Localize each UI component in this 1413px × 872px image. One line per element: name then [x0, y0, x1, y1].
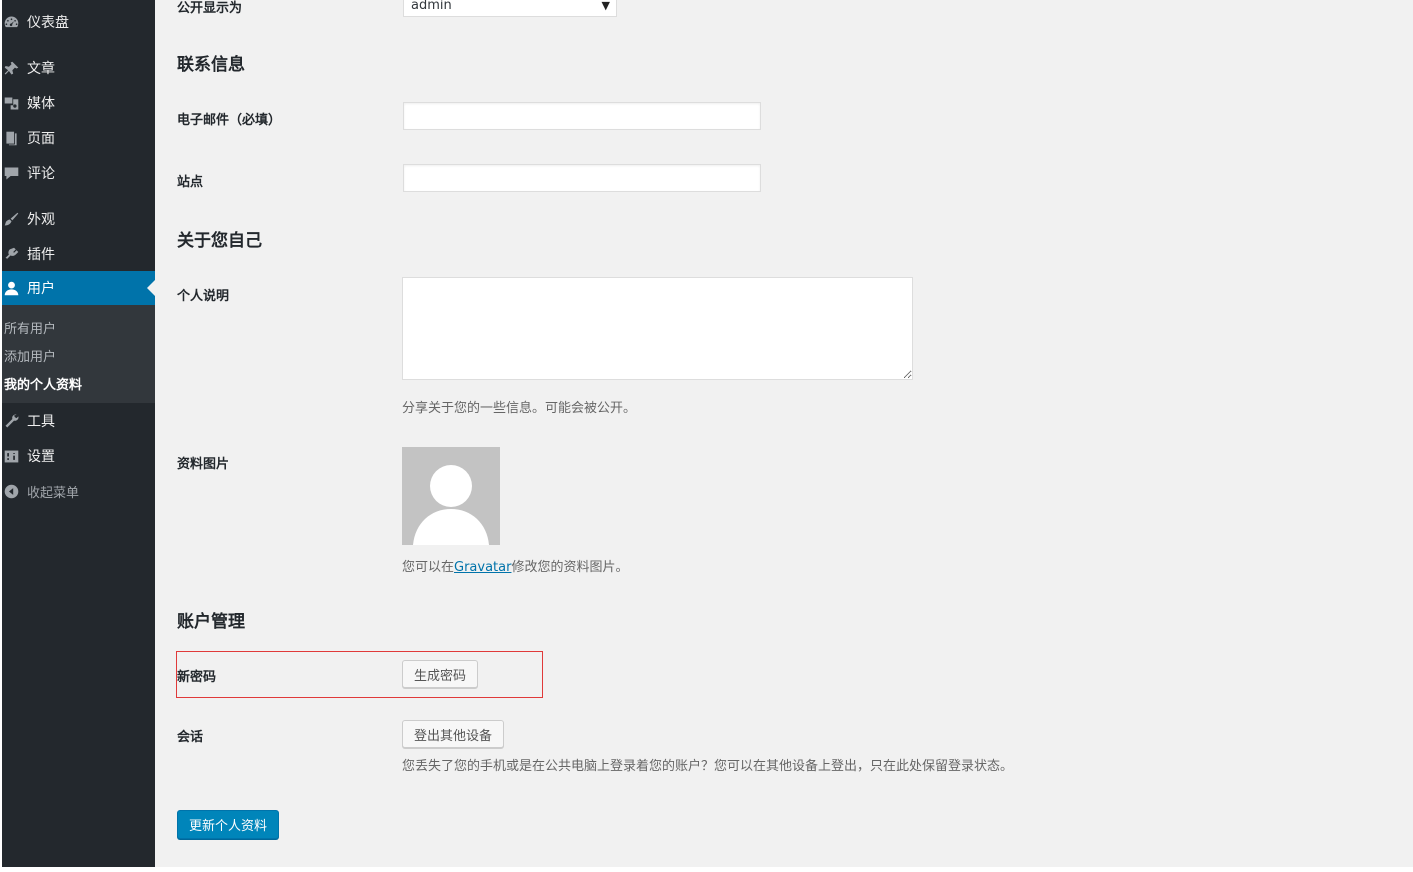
sidebar-item-plugins[interactable]: 插件	[2, 237, 155, 271]
default-avatar-icon	[413, 465, 489, 545]
pin-icon	[2, 59, 20, 77]
avatar-label: 资料图片	[177, 457, 230, 472]
settings-icon	[2, 447, 20, 465]
display-name-label: 公开显示为	[177, 1, 243, 16]
bottom-edge	[0, 867, 1413, 872]
sidebar-item-media[interactable]: 媒体	[2, 86, 155, 120]
sidebar-item-label: 文章	[27, 61, 55, 77]
sidebar-item-appearance[interactable]: 外观	[2, 202, 155, 236]
bio-label: 个人说明	[177, 289, 230, 304]
avatar	[402, 447, 500, 545]
avatar-description: 您可以在Gravatar修改您的资料图片。	[402, 556, 628, 575]
about-heading: 关于您自己	[177, 231, 262, 251]
chevron-down-icon: ▼	[601, 0, 610, 12]
active-indicator	[147, 280, 155, 296]
highlight-annotation	[176, 651, 543, 698]
sidebar-item-label: 收起菜单	[27, 485, 80, 501]
sidebar-item-label: 外观	[27, 212, 55, 228]
sessions-description: 您丢失了您的手机或是在公共电脑上登录着您的账户？您可以在其他设备上登出，只在此处…	[402, 759, 1014, 774]
generate-password-button[interactable]: 生成密码	[402, 660, 478, 688]
bio-description: 分享关于您的一些信息。可能会被公开。	[402, 401, 637, 416]
sidebar-item-label: 评论	[27, 166, 55, 182]
gravatar-link[interactable]: Gravatar	[454, 560, 511, 575]
users-submenu: 所有用户 添加用户 我的个人资料	[2, 305, 155, 403]
sidebar-item-label: 插件	[27, 247, 55, 263]
sidebar-item-users[interactable]: 用户	[2, 271, 155, 305]
sidebar-item-label: 媒体	[27, 96, 55, 112]
sidebar-item-tools[interactable]: 工具	[2, 404, 155, 438]
contact-heading: 联系信息	[177, 55, 245, 75]
sidebar-item-comments[interactable]: 评论	[2, 156, 155, 190]
display-name-value: admin	[411, 0, 452, 13]
logout-other-devices-button[interactable]: 登出其他设备	[402, 720, 504, 748]
sidebar-item-label: 仪表盘	[27, 15, 69, 31]
avatar-desc-before: 您可以在	[402, 560, 455, 575]
email-label: 电子邮件（必填）	[177, 113, 282, 128]
collapse-icon	[2, 482, 20, 500]
comment-icon	[2, 164, 20, 182]
update-profile-button[interactable]: 更新个人资料	[177, 810, 279, 839]
submenu-item-all-users[interactable]: 所有用户	[4, 318, 56, 337]
submenu-item-add-user[interactable]: 添加用户	[4, 346, 56, 365]
collapse-menu-button[interactable]: 收起菜单	[2, 474, 155, 508]
sidebar-item-pages[interactable]: 页面	[2, 121, 155, 155]
admin-sidebar: 仪表盘 文章 媒体 页面 评论 外观 插件 用户 所有用户 添加用户 我的个人资…	[2, 0, 155, 867]
submenu-item-my-profile[interactable]: 我的个人资料	[4, 374, 82, 393]
sidebar-item-settings[interactable]: 设置	[2, 439, 155, 473]
sidebar-item-label: 设置	[27, 449, 55, 465]
bio-textarea[interactable]	[402, 277, 913, 380]
wrench-icon	[2, 412, 20, 430]
avatar-desc-after: 修改您的资料图片。	[511, 560, 629, 575]
account-heading: 账户管理	[177, 612, 245, 632]
sidebar-item-label: 工具	[27, 414, 55, 430]
new-password-label: 新密码	[177, 670, 217, 685]
email-field[interactable]	[403, 102, 761, 130]
dashboard-icon	[2, 13, 20, 31]
site-field[interactable]	[403, 164, 761, 192]
sidebar-item-posts[interactable]: 文章	[2, 51, 155, 85]
sidebar-item-label: 用户	[27, 281, 55, 297]
sidebar-item-label: 页面	[27, 131, 55, 147]
plugin-icon	[2, 245, 20, 263]
sidebar-item-dashboard[interactable]: 仪表盘	[2, 5, 155, 39]
page-icon	[2, 129, 20, 147]
brush-icon	[2, 210, 20, 228]
display-name-select[interactable]: admin ▼	[403, 0, 617, 17]
user-icon	[2, 279, 20, 297]
sessions-label: 会话	[177, 730, 204, 745]
site-label: 站点	[177, 175, 204, 190]
media-icon	[2, 94, 20, 112]
